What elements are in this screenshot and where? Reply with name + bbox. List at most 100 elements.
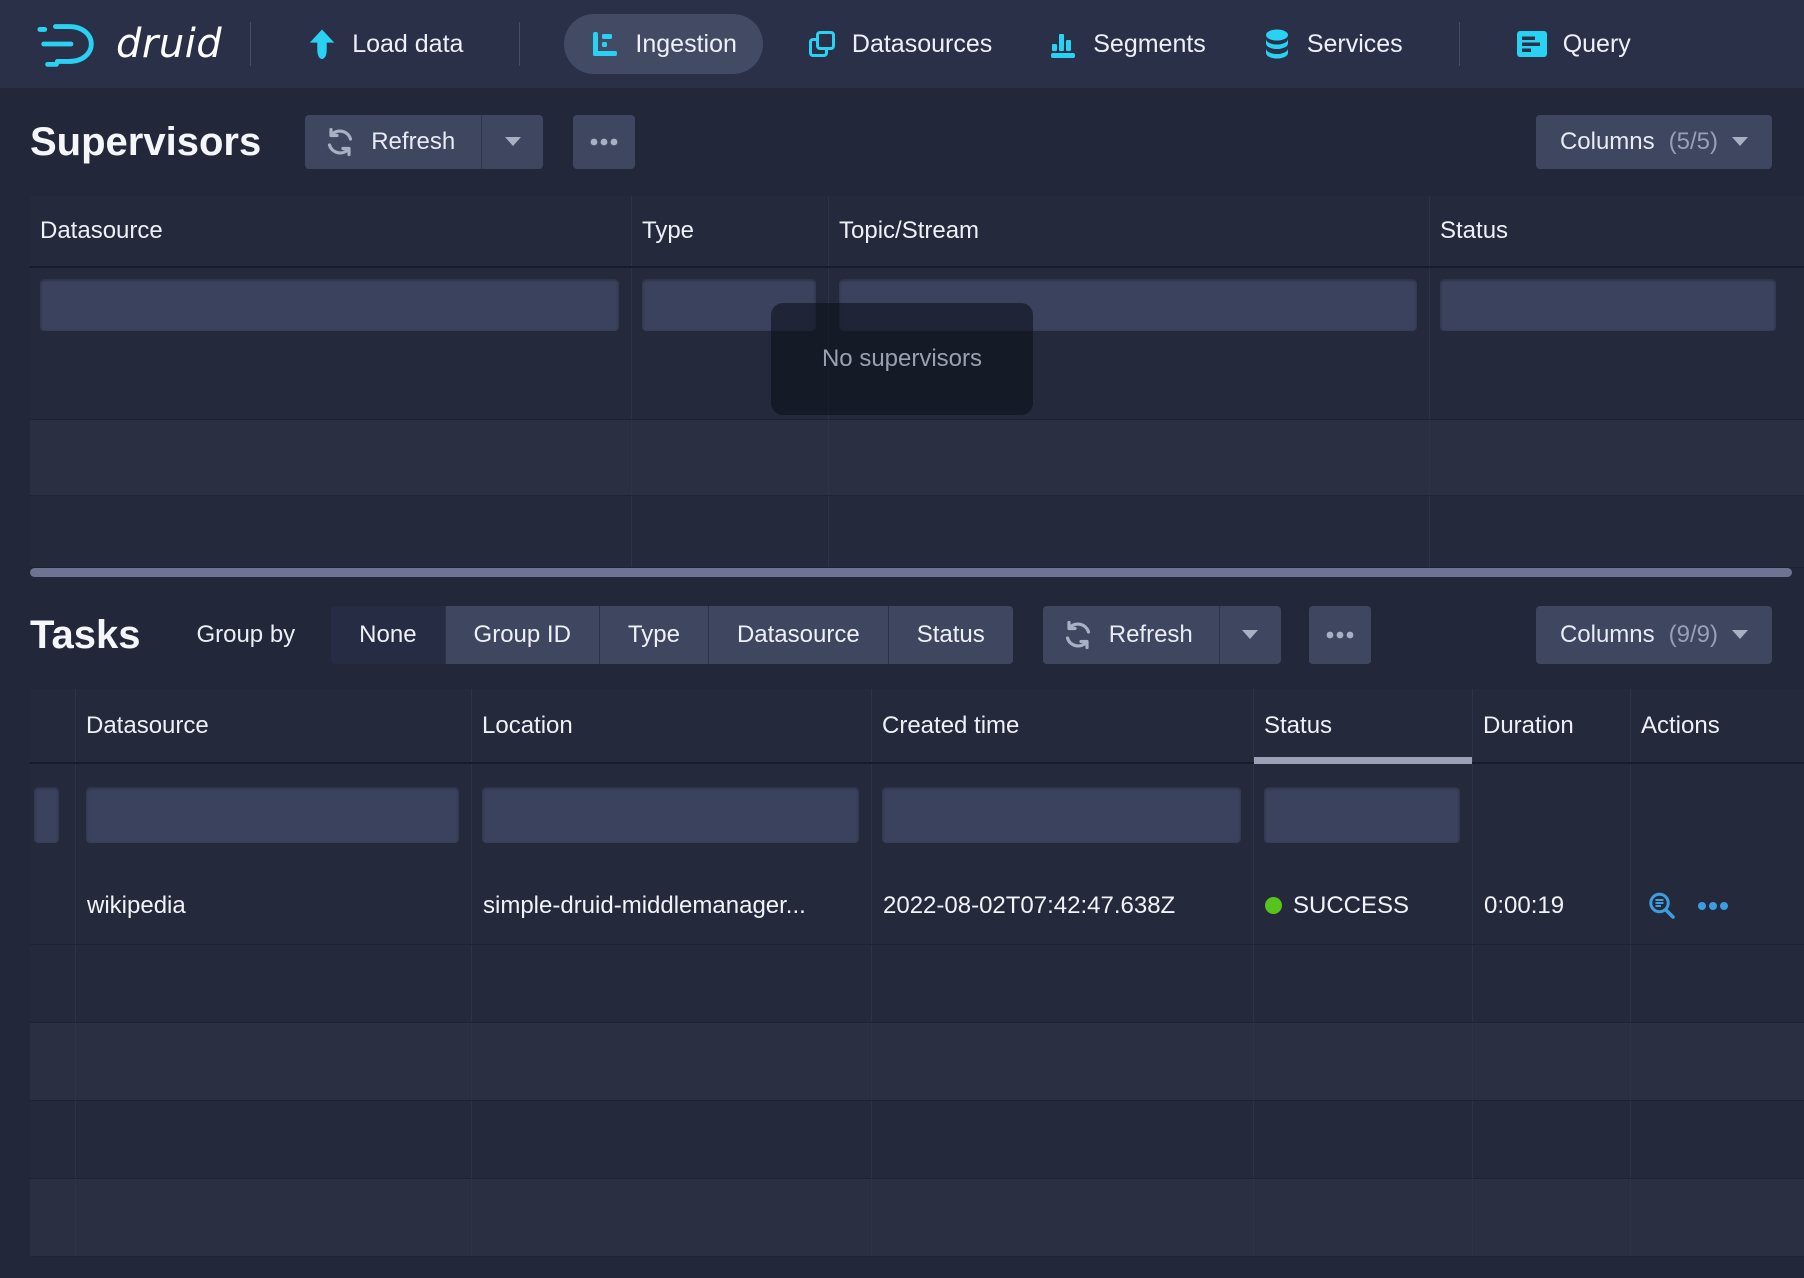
column-header-location[interactable]: Location — [472, 689, 872, 762]
supervisors-refresh-group: Refresh — [305, 115, 543, 169]
empty-row — [30, 496, 1804, 568]
more-icon — [1326, 631, 1354, 639]
horizontal-scrollbar[interactable] — [30, 568, 1792, 577]
supervisors-table: Datasource Type Topic/Stream Status No s… — [30, 196, 1804, 568]
empty-message: No supervisors — [822, 345, 982, 373]
druid-logo-icon — [36, 19, 102, 69]
status-success-dot — [1265, 897, 1282, 914]
column-header-actions[interactable]: Actions — [1631, 689, 1804, 762]
services-icon — [1262, 28, 1292, 60]
status-label: SUCCESS — [1293, 892, 1409, 920]
refresh-label: Refresh — [371, 128, 455, 156]
nav-load-data[interactable]: Load data — [299, 14, 471, 74]
supervisors-refresh-dropdown[interactable] — [481, 115, 543, 169]
chevron-down-icon — [1732, 137, 1748, 147]
created-time-cell: 2022-08-02T07:42:47.638Z — [872, 867, 1254, 944]
chevron-down-icon — [505, 137, 521, 147]
tasks-refresh-group: Refresh — [1043, 606, 1281, 664]
datasource-filter-input[interactable] — [40, 279, 619, 331]
tasks-refresh-button[interactable]: Refresh — [1043, 606, 1219, 664]
empty-row — [30, 420, 1804, 496]
column-header-expander — [30, 689, 76, 762]
supervisors-refresh-button[interactable]: Refresh — [305, 115, 481, 169]
actions-cell — [1631, 867, 1804, 944]
group-by-type-button[interactable]: Type — [599, 606, 708, 664]
no-supervisors-overlay: No supervisors — [771, 303, 1033, 415]
group-by-status-button[interactable]: Status — [888, 606, 1013, 664]
empty-row — [30, 945, 1804, 1023]
table-row-wikipedia[interactable]: wikipedia simple-druid-middlemanager... … — [30, 867, 1804, 945]
nav-divider — [519, 22, 520, 66]
status-filter-input[interactable] — [1264, 787, 1460, 843]
nav-query[interactable]: Query — [1508, 14, 1639, 74]
datasources-icon — [807, 29, 837, 59]
location-filter-input[interactable] — [482, 787, 859, 843]
refresh-icon — [325, 127, 355, 157]
top-nav: druid Load data Ingestion Datasources — [0, 0, 1804, 88]
columns-label: Columns — [1560, 128, 1655, 156]
segments-icon — [1048, 29, 1078, 59]
column-header-datasource[interactable]: Datasource — [30, 196, 632, 266]
status-filter-input[interactable] — [1440, 279, 1776, 331]
columns-label: Columns — [1560, 621, 1655, 649]
tasks-toolbar: Tasks Group by None Group ID Type Dataso… — [0, 577, 1804, 689]
nav-label: Segments — [1093, 30, 1206, 59]
datasource-cell: wikipedia — [76, 867, 472, 944]
created-time-filter-input[interactable] — [882, 787, 1241, 843]
column-header-type[interactable]: Type — [632, 196, 829, 266]
chevron-down-icon — [1242, 630, 1258, 640]
nav-label: Datasources — [852, 30, 992, 59]
more-icon — [590, 138, 618, 146]
tasks-table: Datasource Location Created time Status … — [30, 689, 1804, 1257]
column-header-topic-stream[interactable]: Topic/Stream — [829, 196, 1430, 266]
column-header-created-time[interactable]: Created time — [872, 689, 1254, 762]
nav-ingestion[interactable]: Ingestion — [564, 14, 762, 74]
supervisors-title: Supervisors — [30, 120, 261, 165]
column-header-status[interactable]: Status — [1430, 196, 1804, 266]
group-by-none-button[interactable]: None — [331, 606, 444, 664]
group-by-datasource-button[interactable]: Datasource — [708, 606, 888, 664]
tasks-table-header: Datasource Location Created time Status … — [30, 689, 1804, 764]
datasource-filter-input[interactable] — [86, 787, 459, 843]
supervisors-columns-button[interactable]: Columns (5/5) — [1536, 115, 1772, 169]
nav-divider — [1459, 22, 1460, 66]
location-cell: simple-druid-middlemanager... — [472, 867, 872, 944]
ingestion-icon — [590, 29, 620, 59]
group-by-group-id-button[interactable]: Group ID — [445, 606, 599, 664]
tasks-more-button[interactable] — [1309, 606, 1371, 664]
brand-name: druid — [116, 21, 222, 67]
more-icon[interactable] — [1697, 901, 1729, 911]
columns-count: (5/5) — [1669, 128, 1718, 156]
refresh-icon — [1063, 620, 1093, 650]
nav-label: Load data — [352, 30, 463, 59]
supervisors-more-button[interactable] — [573, 115, 635, 169]
group-by-button-group: None Group ID Type Datasource Status — [331, 606, 1013, 664]
tasks-title: Tasks — [30, 613, 140, 658]
expander-filter-input[interactable] — [34, 787, 59, 843]
upload-icon — [307, 28, 337, 61]
status-cell: SUCCESS — [1254, 867, 1473, 944]
app-logo[interactable]: druid — [36, 19, 222, 69]
refresh-label: Refresh — [1109, 621, 1193, 649]
tasks-refresh-dropdown[interactable] — [1219, 606, 1281, 664]
column-header-status-sorted[interactable]: Status — [1254, 689, 1473, 762]
chevron-down-icon — [1732, 630, 1748, 640]
nav-label: Services — [1307, 30, 1403, 59]
empty-row — [30, 1023, 1804, 1101]
column-header-datasource[interactable]: Datasource — [76, 689, 472, 762]
nav-divider — [250, 22, 251, 66]
empty-row — [30, 1101, 1804, 1179]
supervisors-toolbar: Supervisors Refresh Columns (5/5) — [0, 88, 1804, 196]
group-by-label: Group by — [196, 621, 295, 649]
column-header-duration[interactable]: Duration — [1473, 689, 1631, 762]
duration-cell: 0:00:19 — [1473, 867, 1631, 944]
magnify-details-icon[interactable] — [1647, 891, 1677, 921]
supervisors-table-header: Datasource Type Topic/Stream Status — [30, 196, 1804, 268]
nav-datasources[interactable]: Datasources — [799, 14, 1000, 74]
tasks-columns-button[interactable]: Columns (9/9) — [1536, 606, 1772, 664]
nav-services[interactable]: Services — [1254, 14, 1411, 74]
nav-segments[interactable]: Segments — [1040, 14, 1214, 74]
query-icon — [1516, 30, 1548, 58]
nav-label: Ingestion — [635, 30, 736, 59]
tasks-filter-row — [30, 764, 1804, 867]
